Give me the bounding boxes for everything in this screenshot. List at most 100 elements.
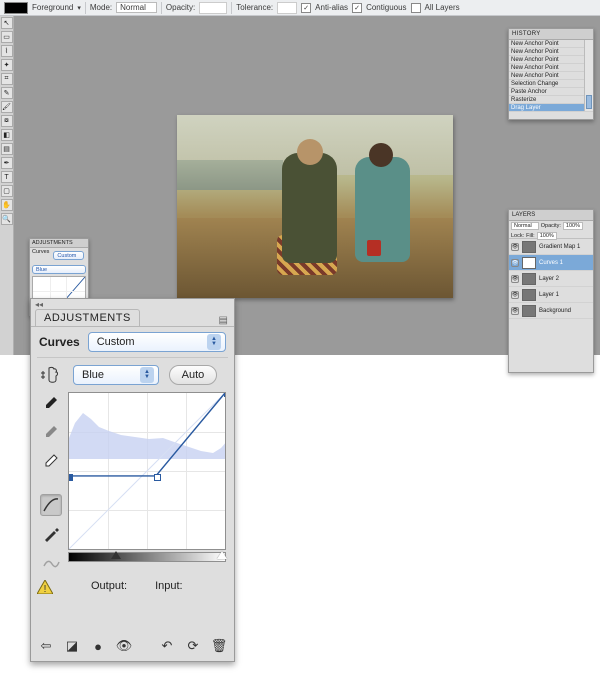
preset-select[interactable]: Custom ▲▼ — [88, 332, 226, 352]
all-layers-checkbox[interactable] — [411, 3, 421, 13]
output-label: Output: — [91, 580, 127, 592]
chevron-updown-icon: ▲▼ — [140, 367, 154, 383]
lasso-tool-icon[interactable]: ⌇ — [1, 45, 13, 57]
canvas-image[interactable] — [177, 115, 453, 298]
layer-name: Gradient Map 1 — [539, 244, 580, 250]
black-point-marker[interactable] — [111, 551, 121, 559]
reset-icon-prev[interactable]: ↶ — [158, 637, 176, 655]
contiguous-checkbox[interactable]: ✓ — [352, 3, 362, 13]
mini-curves-tab[interactable]: Curves — [32, 249, 49, 262]
layer-row[interactable]: 👁 Curves 1 — [509, 255, 593, 271]
eye-icon[interactable]: 👁 — [511, 259, 519, 267]
mini-channel-select[interactable]: Blue — [32, 265, 86, 274]
layers-tab[interactable]: LAYERS — [509, 210, 593, 221]
curve-point-mid[interactable] — [154, 474, 161, 481]
curves-type-label: Curves — [39, 335, 80, 349]
layer-row[interactable]: 👁Layer 1 — [509, 287, 593, 303]
layers-lock-label: Lock: — [511, 233, 524, 239]
pencil-tool-icon[interactable] — [40, 523, 62, 545]
reset-icon[interactable]: ⟳ — [184, 637, 202, 655]
brush-tool-icon[interactable]: 🖌 — [1, 101, 13, 113]
collapse-arrows-icon[interactable]: ◂◂ — [35, 300, 43, 309]
adjustments-panel: ◂◂ ADJUSTMENTS ▤ Curves Custom ▲▼ Blue ▲… — [30, 298, 235, 662]
tolerance-field[interactable] — [277, 2, 297, 14]
channel-select[interactable]: Blue ▲▼ — [73, 365, 159, 385]
eraser-tool-icon[interactable]: ◧ — [1, 129, 13, 141]
stamp-tool-icon[interactable]: ⧇ — [1, 115, 13, 127]
smooth-tool-icon[interactable] — [40, 552, 62, 574]
curve-point-shadow[interactable] — [68, 474, 73, 481]
white-point-marker[interactable] — [217, 551, 227, 559]
curve-point-highlight[interactable] — [224, 392, 226, 397]
back-arrow-icon[interactable]: ⇦ — [37, 637, 55, 655]
history-row[interactable]: New Anchor Point — [509, 48, 593, 56]
marquee-tool-icon[interactable]: ▭ — [1, 31, 13, 43]
toggle-visibility-icon[interactable]: 👁 — [115, 637, 133, 655]
eyedropper-black-icon[interactable] — [40, 392, 62, 414]
layer-name: Layer 2 — [539, 276, 559, 282]
layer-row[interactable]: 👁 Gradient Map 1 — [509, 239, 593, 255]
foreground-swatch[interactable] — [4, 2, 28, 14]
type-tool-icon[interactable]: T — [1, 171, 13, 183]
pen-tool-icon[interactable]: ✒ — [1, 157, 13, 169]
history-row[interactable]: Selection Change — [509, 80, 593, 88]
layer-thumb — [522, 257, 536, 269]
eye-icon[interactable]: 👁 — [511, 291, 519, 299]
eyedropper-gray-icon[interactable] — [40, 421, 62, 443]
opacity-field[interactable] — [199, 2, 227, 14]
mini-preset-select[interactable]: Custom — [53, 251, 84, 260]
history-row[interactable]: Paste Anchor — [509, 88, 593, 96]
wand-tool-icon[interactable]: ✦ — [1, 59, 13, 71]
adjustments-footer: ⇦ ◪ ● 👁 ↶ ⟳ 🗑 — [37, 635, 228, 657]
crop-tool-icon[interactable]: ⌗ — [1, 73, 13, 85]
shape-tool-icon[interactable]: ▢ — [1, 185, 13, 197]
input-gradient-bar[interactable] — [68, 552, 226, 562]
curve-line — [69, 393, 225, 549]
auto-button[interactable]: Auto — [169, 365, 217, 385]
clip-layer-icon[interactable]: ◪ — [63, 637, 81, 655]
history-row[interactable]: Drag Layer — [509, 104, 593, 112]
layer-row[interactable]: 👁 Layer 2 — [509, 271, 593, 287]
zoom-tool-icon[interactable]: 🔍 — [1, 213, 13, 225]
mode-select[interactable]: Normal — [116, 2, 157, 13]
eye-icon[interactable]: 👁 — [511, 275, 519, 283]
history-row[interactable]: New Anchor Point — [509, 64, 593, 72]
delete-icon[interactable]: 🗑 — [210, 637, 228, 655]
eyedropper-white-icon[interactable] — [40, 450, 62, 472]
layer-row[interactable]: 👁 Background — [509, 303, 593, 319]
layer-name: Curves 1 — [539, 260, 563, 266]
history-tab[interactable]: HISTORY — [509, 29, 593, 40]
history-scrollbar[interactable] — [584, 40, 593, 111]
hand-tool-icon[interactable]: ✋ — [1, 199, 13, 211]
layer-thumb — [522, 289, 536, 301]
curves-graph[interactable] — [68, 392, 226, 550]
eyedropper-tool-icon[interactable]: ✎ — [1, 87, 13, 99]
layers-panel: LAYERS Normal Opacity: 100% Lock: Fill: … — [508, 209, 594, 373]
input-label: Input: — [155, 580, 183, 592]
mode-label: Mode: — [90, 3, 112, 12]
panel-menu-icon[interactable]: ▤ — [219, 315, 228, 326]
antialias-checkbox[interactable]: ✓ — [301, 3, 311, 13]
history-row[interactable]: New Anchor Point — [509, 40, 593, 48]
eye-icon[interactable]: 👁 — [511, 307, 519, 315]
layers-opacity-value[interactable]: 100% — [563, 222, 583, 230]
adjustments-tab[interactable]: ADJUSTMENTS — [35, 309, 140, 326]
foreground-label: Foreground — [32, 3, 73, 12]
view-previous-icon[interactable]: ● — [89, 637, 107, 655]
layers-fill-label: Fill: — [526, 233, 535, 239]
layer-name: Background — [539, 308, 571, 314]
warning-icon: ! — [37, 580, 53, 597]
channel-value: Blue — [82, 369, 104, 381]
gradient-tool-icon[interactable]: ▤ — [1, 143, 13, 155]
curve-point-tool-icon[interactable] — [40, 494, 62, 516]
targeted-adjust-icon[interactable] — [39, 364, 63, 386]
history-row[interactable]: New Anchor Point — [509, 72, 593, 80]
eye-icon[interactable]: 👁 — [511, 243, 519, 251]
layer-thumb — [522, 305, 536, 317]
history-row[interactable]: Rasterize — [509, 96, 593, 104]
move-tool-icon[interactable]: ↖ — [1, 17, 13, 29]
layers-blend-select[interactable]: Normal — [511, 222, 539, 230]
layers-fill-value[interactable]: 100% — [537, 232, 557, 240]
history-row[interactable]: New Anchor Point — [509, 56, 593, 64]
layer-thumb — [522, 241, 536, 253]
